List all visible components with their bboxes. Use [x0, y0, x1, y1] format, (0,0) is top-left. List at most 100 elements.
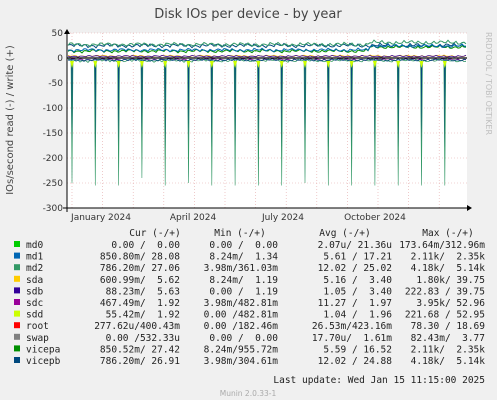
legend-avg-value: 12.02 / 24.88 — [318, 356, 393, 367]
legend-cur-value: 277.62u/400.43m — [94, 321, 180, 332]
chart-title: Disk IOs per device - by year — [154, 7, 342, 22]
legend-max-value: 4.18k/ 5.14k — [411, 356, 486, 367]
legend-swatch — [14, 322, 20, 329]
legend-row: sda 600.99m/ 5.62 8.24m/ 1.19 5.16 / 3.40 1.… — [14, 275, 485, 286]
legend-row: root 277.62u/400.43m 0.00 /182.46m 26.53m/4… — [14, 321, 485, 332]
y-tick-label: -50 — [48, 79, 63, 89]
legend-swatch — [14, 241, 20, 247]
legend-cur-value: 850.80m/ 28.08 — [100, 252, 180, 263]
x-tick-label: April 2024 — [170, 213, 217, 223]
legend-row: sdd 55.42m/ 1.92 0.00 /482.81m 1.04 / 1.96 2… — [14, 310, 485, 321]
legend-series-name: swap — [26, 333, 49, 344]
legend-swatch — [14, 275, 20, 282]
last-update: Last update: Wed Jan 15 11:15:00 2025 — [273, 375, 485, 386]
legend-series-name: vicepb — [26, 356, 61, 367]
y-tick-label: -100 — [43, 104, 64, 114]
disk-io-chart: Disk IOs per device - by year IOs/second… — [5, 7, 493, 398]
y-tick-label: 0 — [57, 54, 63, 64]
legend-max-value: 222.83 / 39.75 — [405, 286, 485, 297]
legend-header-cur: Cur (-/+) — [129, 228, 180, 239]
y-tick-label: -300 — [43, 204, 64, 214]
legend-series-name: md2 — [26, 263, 43, 274]
legend-max-value: 78.30 / 18.69 — [411, 321, 486, 332]
rrdtool-credit: RRDTOOL / TOBI OETIKER — [484, 32, 493, 135]
x-axis-arrow — [467, 205, 472, 211]
y-tick-label: -250 — [43, 179, 64, 189]
legend-series-name: sdb — [26, 286, 43, 297]
legend-header: Cur (-/+) Min (-/+) Avg (-/+) Max (-/+) — [129, 228, 473, 239]
legend-max-value: 4.18k/ 5.14k — [411, 263, 486, 274]
legend-series-name: sda — [26, 275, 43, 286]
y-tick-label: -200 — [43, 154, 64, 164]
legend-min-value: 0.00 / 0.00 — [209, 240, 278, 251]
y-axis-arrow — [64, 29, 70, 34]
x-tick-label: July 2024 — [261, 213, 304, 223]
legend-cur-value: 88.23m/ 5.63 — [106, 286, 180, 297]
legend-avg-value: 5.59 / 16.52 — [323, 344, 392, 355]
legend-max-value: 173.64m/312.96m — [399, 240, 485, 251]
legend-max-value: 1.80k/ 39.75 — [416, 275, 485, 286]
legend-max-value: 82.43m/ 3.77 — [411, 333, 485, 344]
legend-cur-value: 786.20m/ 26.91 — [100, 356, 180, 367]
legend-avg-value: 11.27 / 1.97 — [318, 298, 392, 309]
legend-avg-value: 2.07u/ 21.36u — [318, 240, 392, 251]
legend-min-value: 0.00 /482.81m — [204, 310, 279, 321]
legend-max-value: 2.11k/ 2.35k — [411, 344, 486, 355]
legend-swatch — [14, 299, 20, 305]
legend-row: vicepa 850.52m/ 27.42 8.24m/955.72m 5.59 / … — [14, 344, 485, 355]
legend-series-name: vicepa — [26, 344, 60, 355]
legend-min-value: 0.00 / 1.19 — [209, 286, 278, 297]
legend-max-value: 2.11k/ 2.35k — [411, 252, 486, 263]
legend-avg-value: 5.61 / 17.21 — [323, 252, 392, 263]
legend-avg-value: 17.70u/ 1.61m — [312, 333, 392, 344]
legend-cur-value: 0.00 /532.33u — [106, 333, 180, 344]
legend-header-avg: Avg (-/+) — [319, 228, 370, 239]
y-axis-ticks: -300 -250 -200 -150 -100 -50 0 50 — [43, 29, 64, 214]
legend-row: md1 850.80m/ 28.08 8.24m/ 1.34 5.61 / 17.21… — [14, 252, 485, 263]
legend-swatch — [14, 345, 20, 352]
y-axis-label: IOs/second read (-) / write (+) — [5, 45, 16, 195]
legend-cur-value: 600.99m/ 5.62 — [100, 275, 180, 286]
legend-swatch — [14, 252, 20, 259]
legend-series-name: root — [26, 321, 49, 332]
legend-max-value: 3.95k/ 52.96 — [416, 298, 485, 309]
y-tick-label: 50 — [52, 29, 64, 39]
legend-row: sdc 467.49m/ 1.92 3.98m/482.81m 11.27 / 1.9… — [14, 298, 485, 309]
legend-swatch — [14, 264, 20, 271]
legend-min-value: 8.24m/955.72m — [204, 344, 279, 355]
legend-min-value: 3.98m/304.61m — [204, 356, 279, 367]
legend-avg-value: 12.02 / 25.02 — [318, 263, 392, 274]
legend-avg-value: 26.53m/423.16m — [312, 321, 392, 332]
legend-row: md2 786.20m/ 27.06 3.98m/361.03m 12.02 / 25… — [14, 263, 485, 274]
legend-swatch — [14, 357, 20, 363]
legend: md0 0.00 / 0.00 0.00 / 0.00 2.07u/ 21.36u 17… — [14, 240, 485, 367]
legend-row: vicepb 786.20m/ 26.91 3.98m/304.61m 12.02 /… — [14, 356, 485, 367]
y-tick-label: -150 — [43, 129, 64, 139]
munin-version: Munin 2.0.33-1 — [220, 389, 277, 398]
legend-cur-value: 850.52m/ 27.42 — [100, 344, 180, 355]
legend-swatch — [14, 287, 20, 294]
legend-row: sdb 88.23m/ 5.63 0.00 / 1.19 1.05 / 3.40 222… — [14, 286, 485, 297]
legend-swatch — [14, 333, 20, 340]
legend-cur-value: 467.49m/ 1.92 — [100, 298, 180, 309]
x-tick-label: January 2024 — [70, 213, 131, 223]
legend-header-min: Min (-/+) — [214, 228, 265, 239]
legend-min-value: 0.00 / 0.00 — [209, 333, 278, 344]
legend-min-value: 3.98m/361.03m — [204, 263, 279, 274]
legend-avg-value: 1.04 / 1.96 — [323, 310, 392, 321]
legend-min-value: 8.24m/ 1.19 — [209, 275, 278, 286]
legend-row: md0 0.00 / 0.00 0.00 / 0.00 2.07u/ 21.36u 17… — [14, 240, 485, 251]
x-tick-label: October 2024 — [344, 213, 406, 223]
legend-header-max: Max (-/+) — [422, 228, 473, 239]
legend-min-value: 3.98m/482.81m — [204, 298, 279, 309]
legend-min-value: 8.24m/ 1.34 — [209, 252, 278, 263]
legend-series-name: md0 — [26, 240, 43, 251]
legend-avg-value: 1.05 / 3.40 — [323, 286, 392, 297]
x-axis-ticks: January 2024 April 2024 July 2024 October 2… — [70, 213, 406, 223]
legend-row: swap 0.00 /532.33u 0.00 / 0.00 17.70u/ 1.61… — [14, 333, 485, 344]
legend-series-name: sdd — [26, 310, 43, 321]
legend-series-name: md1 — [26, 252, 43, 263]
legend-max-value: 221.68 / 52.95 — [405, 310, 485, 321]
legend-series-name: sdc — [26, 298, 43, 309]
legend-min-value: 0.00 /182.46m — [204, 321, 279, 332]
